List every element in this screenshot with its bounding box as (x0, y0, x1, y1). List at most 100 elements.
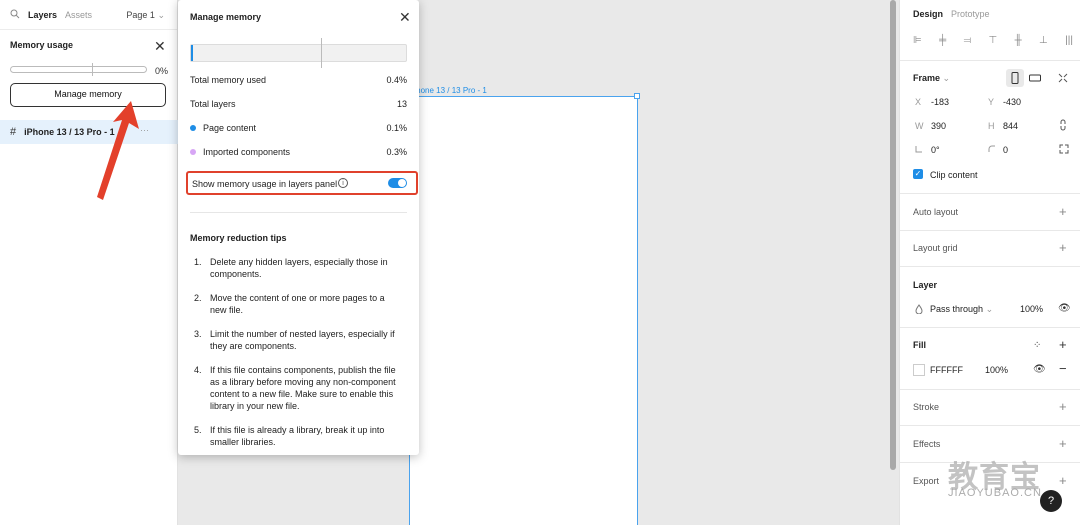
canvas-scrollbar[interactable] (890, 0, 896, 470)
constrain-proportions-icon[interactable] (1059, 119, 1067, 133)
tips-title: Memory reduction tips (190, 233, 287, 243)
chevron-down-icon: ⌄ (985, 304, 994, 314)
help-button[interactable]: ? (1040, 490, 1062, 512)
divider (900, 327, 1080, 328)
close-icon[interactable]: ✕ (154, 38, 166, 55)
tab-design[interactable]: Design (913, 9, 943, 19)
more-icon[interactable]: ··· (140, 125, 149, 135)
distribute-icon[interactable]: ||| (1065, 35, 1073, 46)
layer-opacity-field[interactable]: 100% (1020, 304, 1043, 314)
toggle-label: Show memory usage in layers panel (192, 179, 338, 189)
frame-icon: # (10, 126, 17, 138)
left-tabs: Layers Assets Page 1 ⌄ (0, 0, 177, 30)
divider (900, 266, 1080, 267)
layer-row[interactable]: # iPhone 13 / 13 Pro - 1 ··· (0, 120, 178, 144)
divider (900, 425, 1080, 426)
stat-label: Total memory used (190, 75, 267, 85)
independent-corners-icon[interactable] (1059, 144, 1069, 156)
tip-text: If this file contains components, publis… (210, 365, 396, 411)
memory-limit-tick (92, 63, 93, 76)
tip-number: 2. (194, 293, 202, 303)
eye-icon[interactable]: 👁 (1033, 364, 1046, 375)
memory-limit-tick (321, 38, 322, 68)
w-label: W (915, 121, 924, 131)
page-selector-label: Page 1 (126, 10, 155, 20)
h-label: H (988, 121, 995, 131)
memory-usage-title: Memory usage (10, 40, 74, 50)
auto-layout-title: Auto layout (913, 207, 959, 217)
h-field[interactable]: 844 (1003, 121, 1018, 131)
divider (900, 60, 1080, 61)
add-effect-icon[interactable]: + (1059, 436, 1067, 451)
add-layout-grid-icon[interactable]: + (1059, 240, 1067, 255)
manage-memory-modal: Manage memory ✕ Total memory used 0.4% T… (178, 0, 419, 455)
tip-text: Move the content of one or more pages to… (210, 293, 385, 315)
right-tabs: Design Prototype (913, 9, 998, 19)
fill-title: Fill (913, 340, 926, 350)
add-auto-layout-icon[interactable]: + (1059, 204, 1067, 219)
frame-label[interactable]: iPhone 13 / 13 Pro - 1 (409, 86, 487, 95)
align-bottom-icon[interactable]: ⊥ (1039, 35, 1048, 46)
info-icon[interactable]: i (338, 178, 348, 188)
search-icon[interactable] (10, 9, 20, 21)
align-left-icon[interactable]: ⊫ (913, 35, 922, 46)
add-fill-icon[interactable]: + (1059, 337, 1067, 352)
corner-radius-field[interactable]: 0 (1003, 145, 1008, 155)
remove-fill-icon[interactable]: − (1059, 361, 1067, 376)
blend-mode-dropdown[interactable]: Pass through ⌄ (930, 304, 993, 315)
resize-handle[interactable] (634, 93, 640, 99)
align-right-icon[interactable]: ⫤ (964, 35, 972, 46)
tab-layers[interactable]: Layers (28, 10, 57, 20)
watermark-url: JIAOYUBAO.CN (948, 487, 1042, 499)
chevron-down-icon: ⌄ (942, 73, 951, 83)
clip-content-checkbox[interactable]: ✓ (913, 169, 923, 179)
page-selector[interactable]: Page 1 ⌄ (126, 10, 165, 21)
align-center-v-icon[interactable]: ╫ (1015, 35, 1022, 46)
stat-value: 0.1% (386, 123, 407, 133)
resize-to-fit-icon[interactable] (1054, 69, 1072, 87)
styles-icon[interactable]: ⁘ (1033, 340, 1041, 351)
alignment-toolbar: ⊫ ╪ ⫤ ⊤ ╫ ⊥ ||| (913, 35, 1073, 46)
fill-opacity-field[interactable]: 100% (985, 365, 1008, 375)
rotation-field[interactable]: 0° (931, 145, 940, 155)
list-item: 5. If this file is already a library, bre… (194, 424, 404, 448)
tips-list: 1. Delete any hidden layers, especially t… (194, 256, 404, 460)
rotation-icon (915, 145, 923, 155)
red-arrow-annotation (97, 101, 139, 200)
stat-value: 0.4% (386, 75, 407, 85)
list-item: 3. Limit the number of nested layers, esp… (194, 328, 404, 352)
w-field[interactable]: 390 (931, 121, 946, 131)
list-item: 2. Move the content of one or more pages … (194, 292, 404, 316)
clip-content-label: Clip content (930, 170, 978, 180)
tab-assets[interactable]: Assets (65, 10, 92, 20)
close-icon[interactable]: ✕ (399, 9, 411, 26)
align-top-icon[interactable]: ⊤ (988, 35, 997, 46)
add-stroke-icon[interactable]: + (1059, 399, 1067, 414)
memory-usage-bar (10, 63, 147, 76)
y-label: Y (988, 97, 995, 107)
portrait-button[interactable] (1006, 69, 1024, 87)
fill-hex-field[interactable]: FFFFFF (930, 365, 963, 375)
stat-row: Total layers 13 (190, 99, 407, 109)
add-export-icon[interactable]: + (1059, 473, 1067, 488)
chevron-down-icon: ⌄ (157, 10, 165, 20)
eye-icon[interactable]: 👁 (1058, 303, 1071, 314)
toggle-knob (398, 179, 406, 187)
align-center-h-icon[interactable]: ╪ (939, 35, 946, 46)
frame-dropdown[interactable]: Frame ⌄ (913, 73, 950, 84)
x-label: X (915, 97, 922, 107)
manage-memory-button[interactable]: Manage memory (10, 83, 166, 107)
x-field[interactable]: -183 (931, 97, 949, 107)
fill-swatch[interactable] (913, 364, 925, 376)
blend-mode-label: Pass through (930, 304, 984, 314)
show-memory-toggle-row: Show memory usage in layers panel i (186, 171, 418, 195)
export-title: Export (913, 476, 940, 486)
landscape-button[interactable] (1026, 69, 1044, 87)
divider (900, 389, 1080, 390)
tab-prototype[interactable]: Prototype (951, 9, 990, 19)
tip-text: Delete any hidden layers, especially tho… (210, 257, 388, 279)
y-field[interactable]: -430 (1003, 97, 1021, 107)
iphone-frame[interactable] (409, 96, 638, 525)
memory-usage-toggle[interactable] (388, 178, 407, 188)
memory-usage-percent: 0% (155, 66, 169, 76)
